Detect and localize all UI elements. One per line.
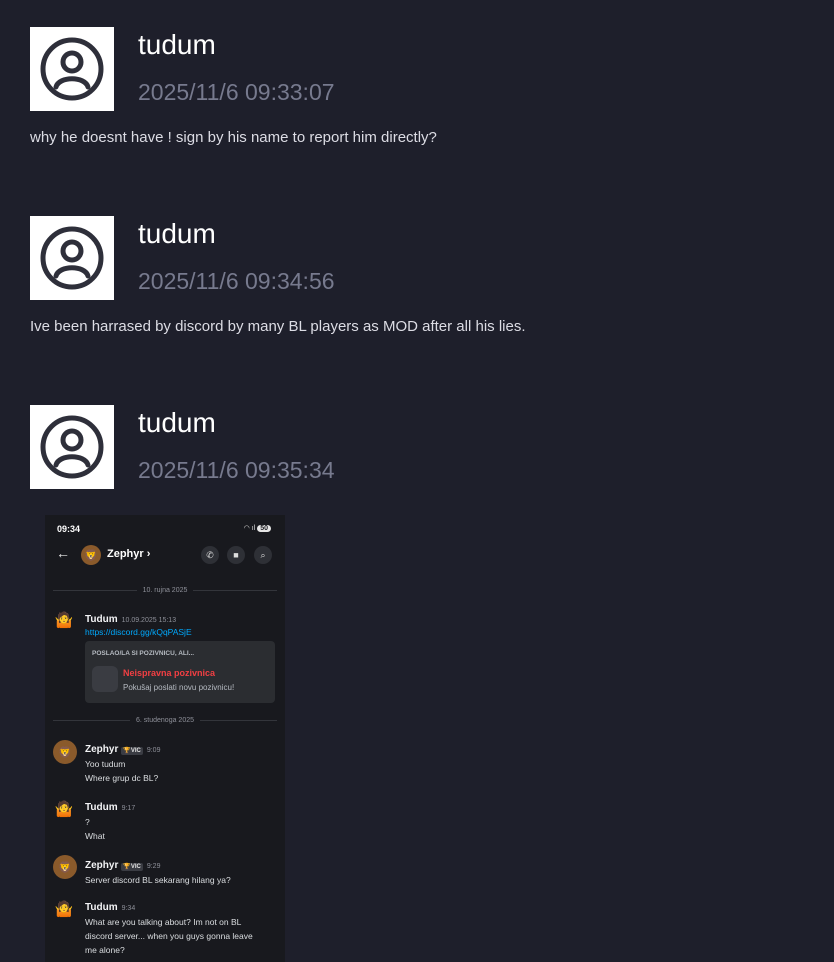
status-time: 09:34	[57, 524, 81, 534]
date-divider: 10. rujna 2025	[53, 584, 278, 596]
vic-badge-label: VIC	[130, 864, 141, 870]
tudum-avatar[interactable]: 🤷	[53, 898, 75, 920]
chat-message: Zephyr 🏆VIC 9:09 Yoo tudum Where grup dc B…	[85, 739, 160, 785]
vic-badge: 🏆VIC	[121, 863, 143, 871]
attached-screenshot[interactable]: 09:34 ◠ ıl 50 ← 🦁 Zephyr › ✆ ■ ⌕ 10. rujn…	[45, 515, 285, 962]
message-timestamp: 2025/11/6 09:33:07	[138, 79, 335, 105]
user-avatar-icon[interactable]	[30, 405, 114, 489]
chat-line: Yoo tudum	[85, 759, 126, 769]
contact-name-text: Zephyr	[107, 548, 144, 560]
embed-header: POSLAO/LA SI POZIVNICU, ALI...	[92, 650, 195, 657]
chat-message: Zephyr 🏆VIC 9:29 Server discord BL sekaran…	[85, 855, 231, 887]
server-placeholder-icon	[92, 666, 118, 692]
user-avatar-icon[interactable]	[30, 27, 114, 111]
chat-author[interactable]: Tudum	[85, 802, 118, 813]
chat-line: What	[85, 831, 105, 841]
tudum-avatar[interactable]: 🤷	[53, 798, 75, 820]
message-timestamp: 2025/11/6 09:35:34	[138, 457, 335, 483]
date-divider-label: 10. rujna 2025	[142, 586, 188, 594]
chat-time: 9:17	[121, 805, 136, 812]
chat-author[interactable]: Tudum	[85, 902, 118, 913]
embed-title: Neispravna pozivnica	[123, 668, 216, 678]
zephyr-avatar[interactable]: 🦁	[53, 740, 77, 764]
message-text: why he doesnt have ! sign by his name to…	[30, 129, 437, 146]
video-icon[interactable]: ■	[227, 546, 245, 564]
contact-avatar[interactable]: 🦁	[81, 545, 101, 565]
vic-badge: 🏆VIC	[121, 747, 143, 755]
message-text: Ive been harrased by discord by many BL …	[30, 318, 526, 335]
chevron-right-icon: ›	[146, 548, 151, 560]
back-arrow-icon[interactable]: ←	[56, 545, 70, 561]
chat-line: ?	[85, 817, 90, 827]
chat-line: discord server... when you guys gonna le…	[85, 931, 253, 941]
username[interactable]: tudum	[138, 407, 216, 439]
search-icon[interactable]: ⌕	[254, 546, 272, 564]
vic-badge-label: VIC	[130, 748, 141, 754]
contact-name[interactable]: Zephyr ›	[107, 548, 150, 560]
invite-link[interactable]: https://discord.gg/kQqPASjE	[85, 627, 192, 637]
chat-author[interactable]: Tudum	[85, 614, 118, 625]
tudum-avatar[interactable]: 🤷	[53, 609, 75, 631]
invite-embed[interactable]: POSLAO/LA SI POZIVNICU, ALI... Neispravn…	[85, 641, 275, 703]
username[interactable]: tudum	[138, 218, 216, 250]
chat-line: Server discord BL sekarang hilang ya?	[85, 875, 231, 885]
chat-message: Tudum 9:34 What are you talking about? Im…	[85, 897, 253, 957]
chat-message: Tudum 9:17 ? What	[85, 797, 135, 843]
date-divider: 6. studenoga 2025	[53, 714, 277, 726]
chat-line: me alone?	[85, 945, 125, 955]
chat-time: 9:29	[146, 863, 161, 870]
zephyr-avatar[interactable]: 🦁	[53, 855, 77, 879]
embed-subtitle: Pokušaj poslati novu pozivnicu!	[123, 683, 235, 692]
chat-time: 10.09.2025 15:13	[121, 617, 177, 624]
call-icon[interactable]: ✆	[201, 546, 219, 564]
chat-author[interactable]: Zephyr	[85, 744, 118, 755]
date-divider-label: 6. studenoga 2025	[136, 716, 194, 724]
chat-time: 9:09	[146, 747, 161, 754]
username[interactable]: tudum	[138, 29, 216, 61]
chat-line: Where grup dc BL?	[85, 773, 159, 783]
status-icons: ◠ ıl 50	[244, 524, 271, 532]
chat-message: Tudum 10.09.2025 15:13 https://discord.gg…	[85, 609, 192, 637]
chat-time: 9:34	[121, 905, 136, 912]
message-timestamp: 2025/11/6 09:34:56	[138, 268, 335, 294]
battery-icon: 50	[257, 525, 271, 532]
user-avatar-icon[interactable]	[30, 216, 114, 300]
chat-line: What are you talking about? Im not on BL	[85, 917, 242, 927]
wifi-icon: ◠ ıl	[243, 525, 256, 532]
chat-author[interactable]: Zephyr	[85, 860, 118, 871]
